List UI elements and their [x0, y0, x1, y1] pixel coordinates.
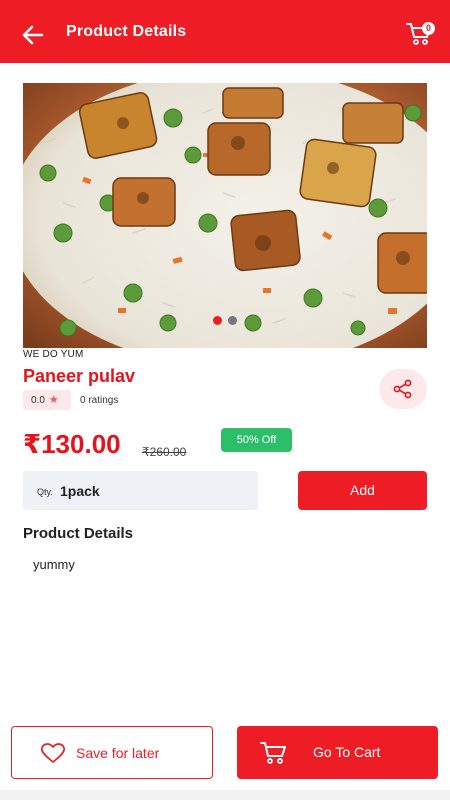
cart-icon — [260, 742, 286, 764]
page-title: Product Details — [66, 23, 187, 40]
rating-value: 0.0 — [31, 395, 45, 406]
arrow-left-icon — [22, 25, 44, 45]
share-button[interactable] — [379, 369, 427, 409]
quantity-label: Qty. — [37, 487, 53, 497]
save-for-later-button[interactable]: Save for later — [11, 726, 213, 779]
share-icon — [393, 379, 412, 399]
product-details-heading: Product Details — [23, 525, 134, 542]
carousel-indicator — [23, 312, 427, 330]
discount-badge: 50% Off — [221, 428, 292, 452]
heart-icon — [40, 743, 66, 763]
star-icon: ★ — [48, 394, 59, 406]
add-button[interactable]: Add — [298, 471, 427, 510]
save-for-later-label: Save for later — [76, 745, 160, 761]
back-button[interactable] — [18, 20, 48, 50]
cart-button[interactable]: 0 — [404, 18, 438, 52]
product-image — [23, 83, 427, 348]
rating-badge: 0.0 ★ — [23, 390, 71, 410]
brand-name: WE DO YUM — [23, 349, 84, 360]
system-nav-strip — [0, 790, 450, 800]
quantity-selector[interactable]: Qty. 1pack — [23, 471, 258, 510]
quantity-value: 1pack — [60, 483, 100, 499]
product-price: ₹130.00 — [23, 429, 121, 459]
go-to-cart-label: Go To Cart — [313, 744, 381, 760]
bottom-action-bar: Save for later Go To Cart — [0, 712, 450, 800]
product-image-carousel[interactable] — [23, 83, 427, 348]
carousel-dot[interactable] — [228, 316, 237, 325]
ratings-count: 0 ratings — [80, 395, 119, 406]
original-price: ₹260.00 — [142, 445, 187, 459]
cart-count-badge: 0 — [422, 22, 435, 35]
go-to-cart-button[interactable]: Go To Cart — [237, 726, 438, 779]
product-description: yummy — [33, 557, 75, 572]
product-name: Paneer pulav — [23, 366, 136, 386]
carousel-dot-active[interactable] — [213, 316, 222, 325]
app-bar: Product Details 0 — [0, 0, 450, 63]
